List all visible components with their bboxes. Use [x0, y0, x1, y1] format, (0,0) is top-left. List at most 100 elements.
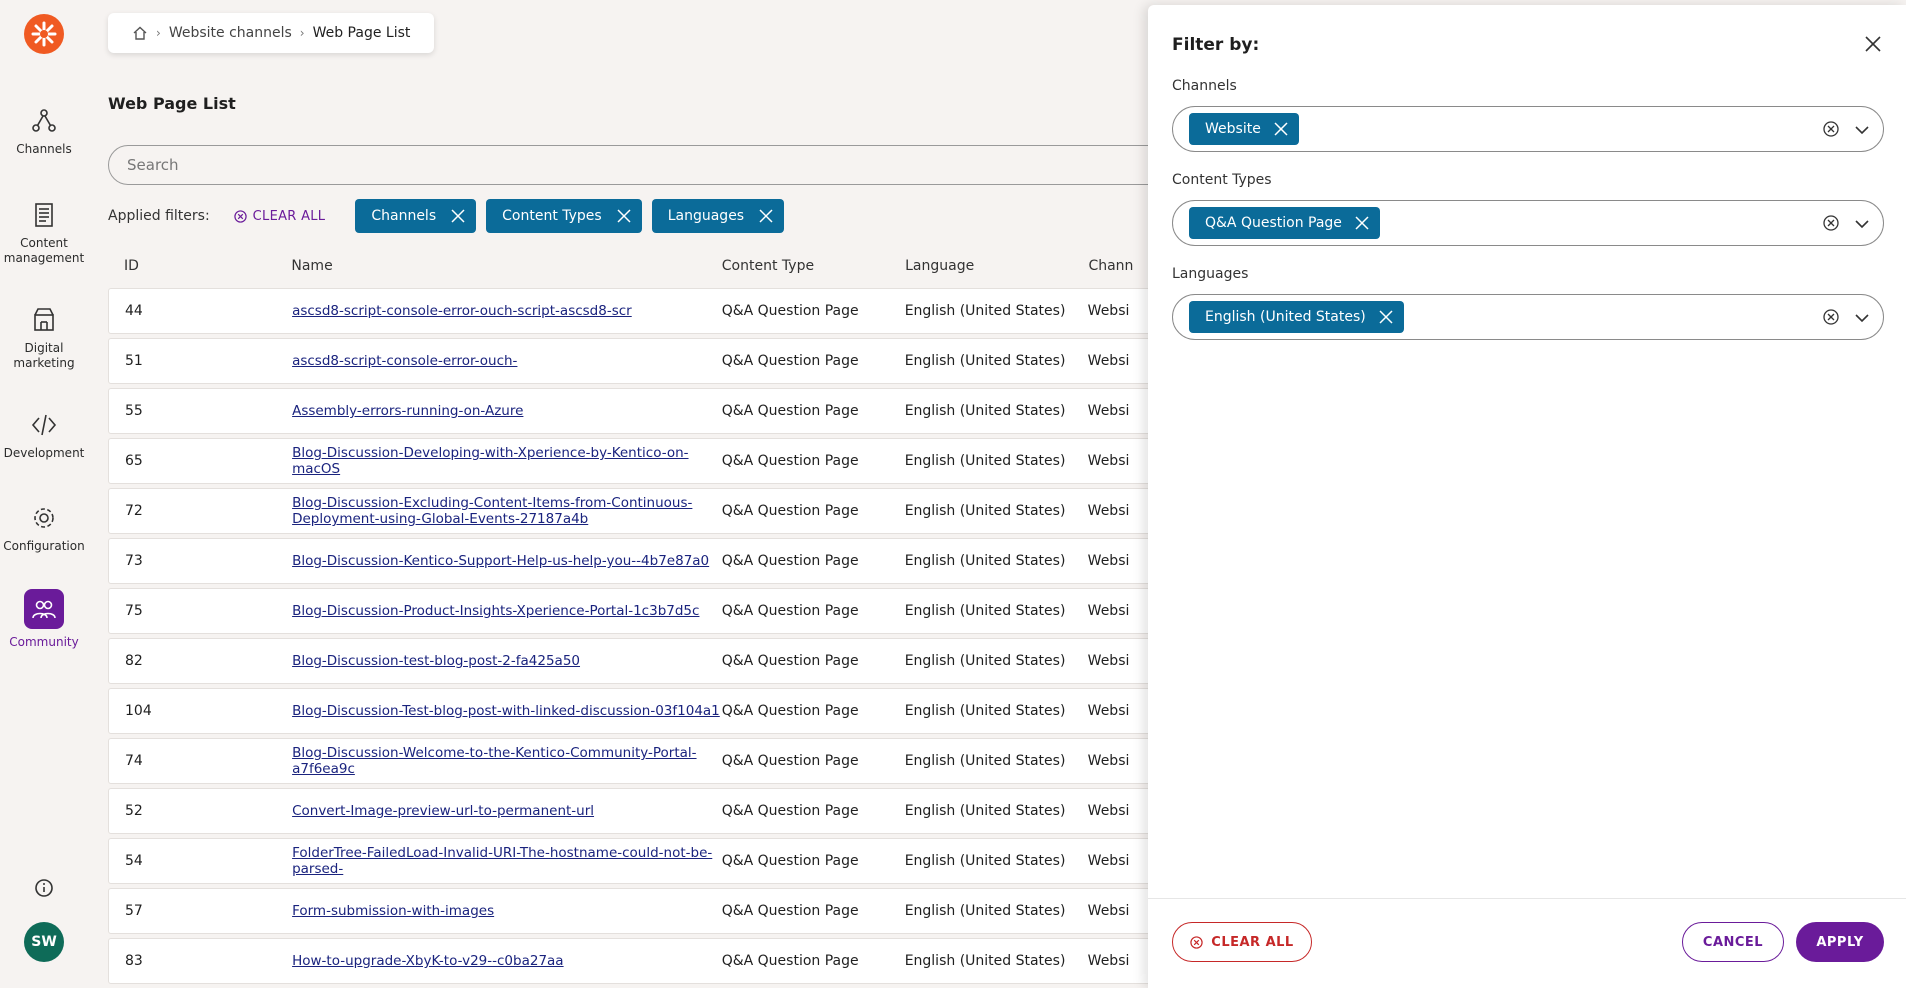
table-row[interactable]: 55 Assembly-errors-running-on-Azure Q&A Qu… [108, 388, 1208, 434]
table-row[interactable]: 82 Blog-Discussion-test-blog-post-2-fa425… [108, 638, 1208, 684]
page-name-link[interactable]: FolderTree-FailedLoad-Invalid-URI-The-ho… [292, 845, 722, 877]
table-row[interactable]: 73 Blog-Discussion-Kentico-Support-Help-u… [108, 538, 1208, 584]
cell-content-type: Q&A Question Page [721, 503, 859, 519]
table-header: ID Name Content Type Language Chann [108, 258, 1208, 288]
cell-content-type: Q&A Question Page [721, 303, 859, 319]
cancel-button[interactable]: CANCEL [1682, 922, 1784, 962]
close-icon[interactable] [758, 208, 774, 224]
selected-chip-qa-question-page[interactable]: Q&A Question Page [1189, 207, 1380, 239]
configuration-icon [34, 508, 54, 528]
cell-name: Blog-Discussion-test-blog-post-2-fa425a5… [292, 653, 722, 669]
table-row[interactable]: 57 Form-submission-with-images Q&A Questio… [108, 888, 1208, 934]
cell-content-type: Q&A Question Page [721, 403, 859, 419]
page-name-link[interactable]: Blog-Discussion-Welcome-to-the-Kentico-C… [292, 745, 722, 777]
chevron-down-icon[interactable] [1853, 215, 1871, 233]
sidebar-item-development[interactable]: Development [0, 410, 88, 461]
cell-id: 72 [125, 503, 143, 519]
channels-icon [32, 109, 56, 132]
table-row[interactable]: 52 Convert-Image-preview-url-to-permanent… [108, 788, 1208, 834]
breadcrumb: › Website channels › Web Page List [108, 13, 435, 53]
table-row[interactable]: 104 Blog-Discussion-Test-blog-post-with-l… [108, 688, 1208, 734]
page-name-link[interactable]: Blog-Discussion-Test-blog-post-with-link… [292, 703, 722, 719]
page-name-link[interactable]: Blog-Discussion-Product-Insights-Xperien… [292, 603, 722, 619]
clear-all-button[interactable]: CLEAR ALL [1172, 922, 1312, 962]
sidebar-item-digital-marketing[interactable]: Digital marketing [0, 305, 88, 371]
column-header-content-type[interactable]: Content Type [722, 258, 905, 274]
filter-chip-content-types[interactable]: Content Types [486, 199, 642, 233]
selected-chip-website[interactable]: Website [1189, 113, 1299, 145]
sidebar-item-community[interactable]: Community [0, 589, 88, 650]
languages-select[interactable]: English (United States) [1172, 294, 1884, 340]
sidebar-item-configuration[interactable]: Configuration [0, 503, 88, 554]
chevron-down-icon[interactable] [1853, 309, 1871, 327]
page-name-link[interactable]: Blog-Discussion-Excluding-Content-Items-… [292, 495, 722, 527]
cell-language: English (United States) [904, 303, 1066, 319]
cell-id: 82 [125, 653, 143, 669]
page-name-link[interactable]: Convert-Image-preview-url-to-permanent-u… [292, 803, 722, 819]
page-name-link[interactable]: ascsd8-script-console-error-ouch- [292, 353, 722, 369]
kentico-logo-icon[interactable] [24, 14, 64, 54]
table-row[interactable]: 83 How-to-upgrade-XbyK-to-v29--c0ba27aa Q&… [108, 938, 1208, 984]
chevron-down-icon[interactable] [1853, 121, 1871, 139]
selected-chip-english-us[interactable]: English (United States) [1189, 301, 1404, 333]
page-name-link[interactable]: Blog-Discussion-Developing-with-Xperienc… [292, 445, 722, 477]
cell-language: English (United States) [904, 853, 1066, 869]
page-name-link[interactable]: Assembly-errors-running-on-Azure [292, 403, 722, 419]
avatar[interactable]: SW [24, 922, 64, 962]
clear-circle-icon[interactable] [1821, 119, 1841, 139]
close-icon[interactable] [1273, 121, 1289, 137]
filter-chip-channels[interactable]: Channels [355, 199, 477, 233]
cell-id: 74 [125, 753, 143, 769]
cell-id: 65 [125, 453, 143, 469]
search-input[interactable] [108, 145, 1208, 185]
table-row[interactable]: 54 FolderTree-FailedLoad-Invalid-URI-The-… [108, 838, 1208, 884]
cell-content-type: Q&A Question Page [721, 853, 859, 869]
cell-id: 73 [125, 553, 143, 569]
table-row[interactable]: 51 ascsd8-script-console-error-ouch- Q&A Q… [108, 338, 1208, 384]
close-icon[interactable] [1378, 309, 1394, 325]
sidebar-item-content-management[interactable]: Content management [0, 200, 88, 266]
page-name-link[interactable]: Blog-Discussion-Kentico-Support-Help-us-… [292, 553, 722, 569]
table-row[interactable]: 65 Blog-Discussion-Developing-with-Xperie… [108, 438, 1208, 484]
column-header-name[interactable]: Name [291, 258, 721, 274]
sidebar-item-channels[interactable]: Channels [0, 106, 88, 157]
cell-id: 55 [125, 403, 143, 419]
table-row[interactable]: 74 Blog-Discussion-Welcome-to-the-Kentico… [108, 738, 1208, 784]
column-header-language[interactable]: Language [905, 258, 1088, 274]
languages-field-label: Languages [1172, 266, 1249, 282]
applied-filters-label: Applied filters: [108, 208, 210, 224]
filter-chip-languages[interactable]: Languages [651, 199, 785, 233]
cell-name: Blog-Discussion-Test-blog-post-with-link… [292, 703, 722, 719]
close-icon[interactable] [1354, 215, 1370, 231]
close-icon[interactable] [1862, 33, 1884, 55]
page-name-link[interactable]: How-to-upgrade-XbyK-to-v29--c0ba27aa [292, 953, 722, 969]
channels-select[interactable]: Website [1172, 106, 1884, 152]
cell-content-type: Q&A Question Page [721, 603, 859, 619]
page-name-link[interactable]: ascsd8-script-console-error-ouch-script-… [292, 303, 722, 319]
sidebar-item-label: Channels [16, 142, 72, 156]
breadcrumb-website-channels[interactable]: Website channels [169, 25, 292, 41]
home-icon[interactable] [132, 25, 148, 41]
table-row[interactable]: 72 Blog-Discussion-Excluding-Content-Item… [108, 488, 1208, 534]
clear-circle-icon[interactable] [1821, 307, 1841, 327]
clear-circle-icon[interactable] [1821, 213, 1841, 233]
clear-circle-icon [1190, 935, 1203, 949]
page-name-link[interactable]: Form-submission-with-images [292, 903, 722, 919]
column-header-id[interactable]: ID [108, 258, 291, 274]
cell-id: 75 [125, 603, 143, 619]
page-name-link[interactable]: Blog-Discussion-test-blog-post-2-fa425a5… [292, 653, 722, 669]
table-row[interactable]: 44 ascsd8-script-console-error-ouch-scrip… [108, 288, 1208, 334]
info-icon[interactable] [32, 876, 56, 900]
content-types-select[interactable]: Q&A Question Page [1172, 200, 1884, 246]
sidebar-item-label: Digital marketing [13, 341, 75, 370]
table-row[interactable]: 75 Blog-Discussion-Product-Insights-Xperi… [108, 588, 1208, 634]
cell-language: English (United States) [904, 403, 1066, 419]
close-icon[interactable] [450, 208, 466, 224]
clear-all-filters-link[interactable]: CLEAR ALL [233, 209, 326, 224]
close-icon[interactable] [616, 208, 632, 224]
apply-button[interactable]: APPLY [1796, 922, 1884, 962]
community-icon [24, 589, 64, 629]
sidebar-item-label: Development [3, 446, 85, 460]
cell-id: 51 [125, 353, 143, 369]
cell-content-type: Q&A Question Page [721, 703, 859, 719]
